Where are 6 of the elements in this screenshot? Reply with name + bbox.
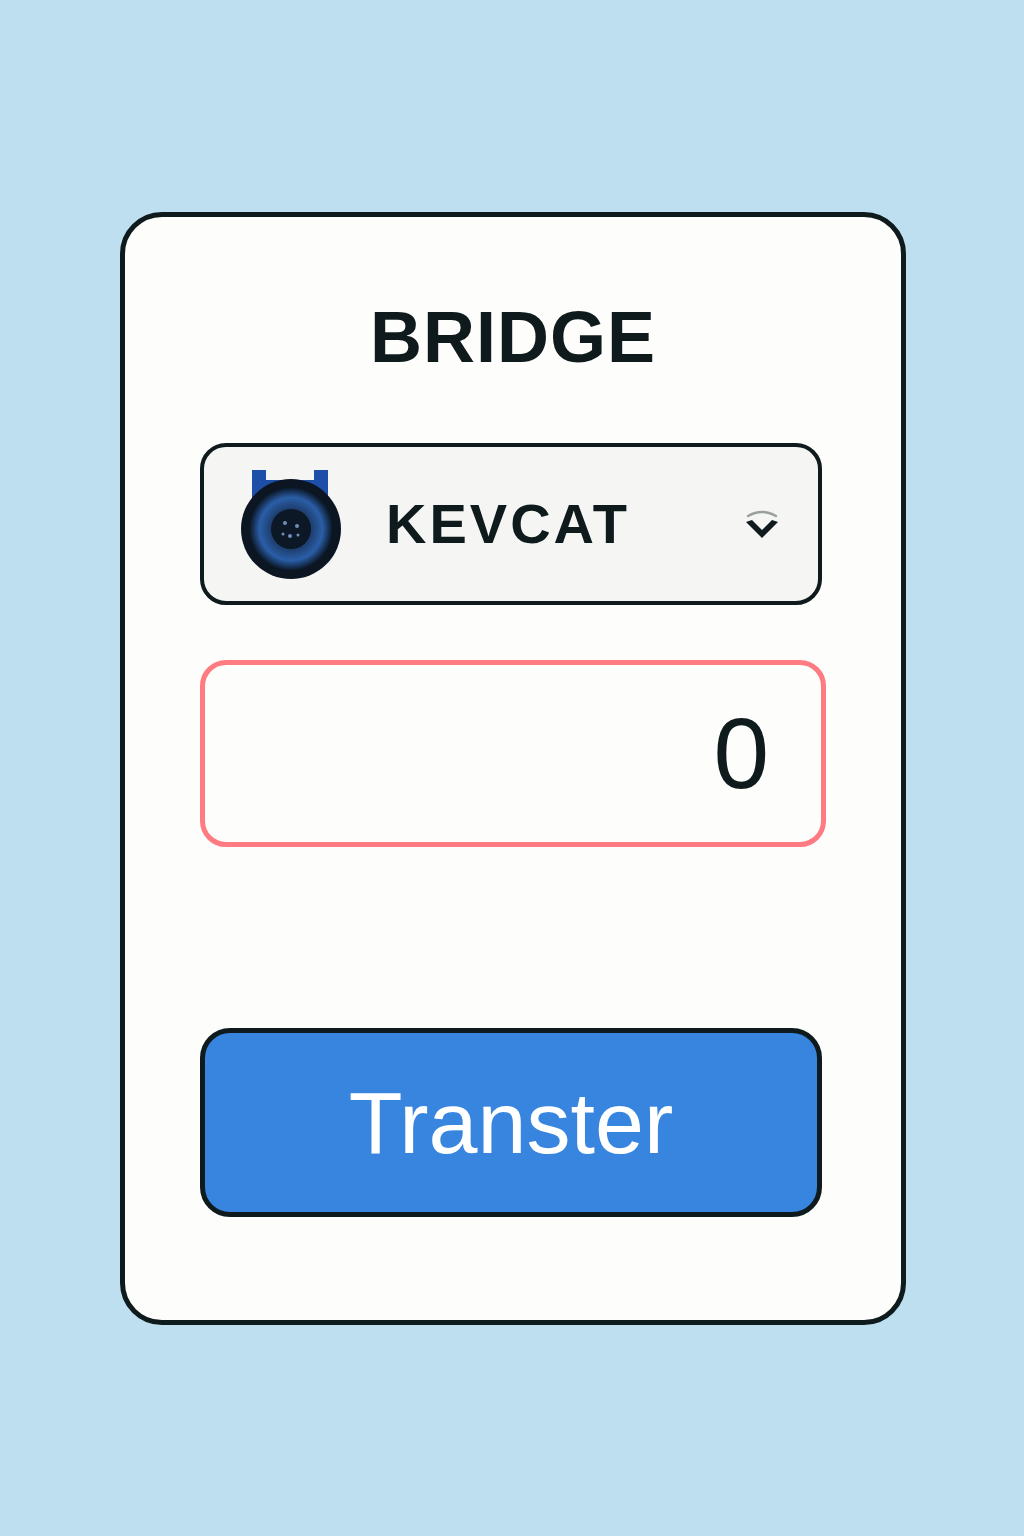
token-logo-icon — [240, 468, 342, 580]
amount-input[interactable]: 0 — [200, 660, 826, 847]
transfer-button[interactable]: Transter — [200, 1028, 822, 1217]
token-select[interactable]: KEVCAT — [200, 443, 822, 605]
token-name: KEVCAT — [386, 496, 631, 552]
card-title: BRIDGE — [370, 301, 656, 373]
